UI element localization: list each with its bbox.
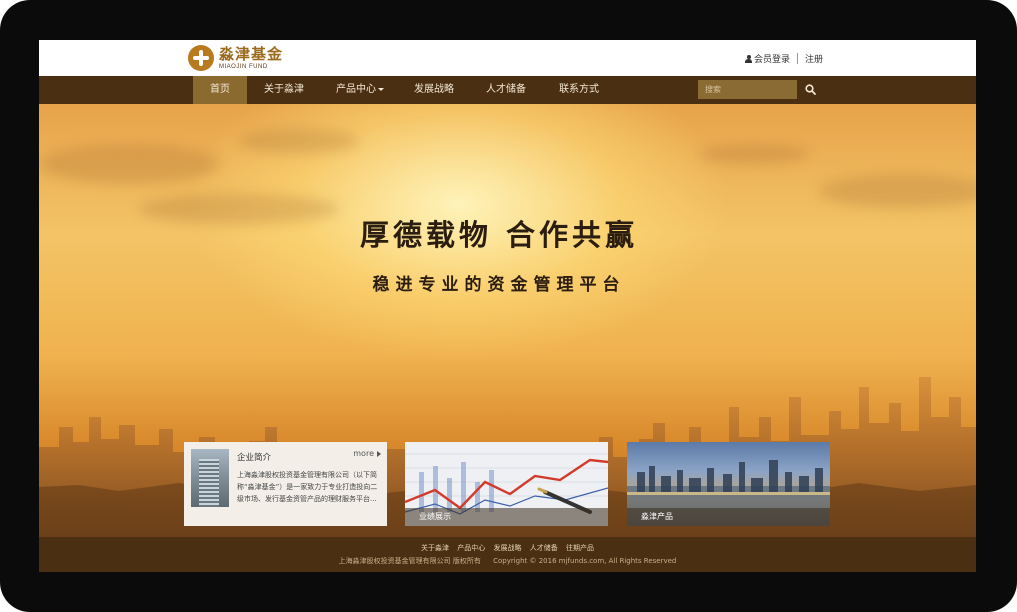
search-icon[interactable] bbox=[804, 83, 817, 96]
logo-text: 淼津基金 MIAOJIN FUND bbox=[219, 44, 284, 70]
logo-english-name: MIAOJIN FUND bbox=[219, 63, 268, 70]
nav-item-about[interactable]: 关于淼津 bbox=[255, 76, 313, 104]
footer-link[interactable]: 产品中心 bbox=[457, 544, 485, 552]
login-link[interactable]: 会员登录 bbox=[754, 52, 790, 65]
footer: 关于淼津 产品中心 发展战略 人才储备 往期产品 上海淼津股权投资基金管理有限公… bbox=[39, 537, 976, 572]
footer-copyright: 上海淼津股权投资基金管理有限公司 版权所有 Copyright © 2016 m… bbox=[39, 556, 976, 566]
products-card-caption: 淼津产品 bbox=[627, 508, 830, 526]
company-intro-card[interactable]: 企业简介 more 上海淼津股权投资基金管理有限公司（以下简称“淼津基金”）是一… bbox=[184, 442, 387, 526]
device-frame: 淼津基金 MIAOJIN FUND 会员登录 注册 首页 关于淼津 产品中心 发… bbox=[0, 0, 1017, 612]
products-card[interactable]: 淼津产品 bbox=[627, 442, 830, 526]
logo-chinese-name: 淼津基金 bbox=[219, 44, 284, 63]
company-building-photo bbox=[191, 449, 229, 507]
cloud-decoration bbox=[239, 128, 359, 154]
intro-card-text: 上海淼津股权投资基金管理有限公司（以下简称“淼津基金”）是一家致力于专业打造投向… bbox=[237, 471, 378, 503]
footer-link[interactable]: 发展战略 bbox=[494, 544, 522, 552]
browser-viewport: 淼津基金 MIAOJIN FUND 会员登录 注册 首页 关于淼津 产品中心 发… bbox=[39, 40, 976, 572]
main-nav: 首页 关于淼津 产品中心 发展战略 人才储备 联系方式 bbox=[39, 76, 976, 104]
register-link[interactable]: 注册 bbox=[805, 52, 823, 65]
more-link-label: more bbox=[353, 449, 374, 458]
more-link[interactable]: more bbox=[353, 449, 381, 458]
intro-card-title: 企业简介 bbox=[237, 453, 272, 463]
footer-link[interactable]: 人才储备 bbox=[530, 544, 558, 552]
cloud-decoration bbox=[819, 174, 976, 208]
performance-card-caption: 业绩展示 bbox=[405, 508, 608, 526]
user-icon bbox=[745, 54, 752, 63]
nav-item-talent[interactable]: 人才储备 bbox=[479, 76, 533, 104]
site-logo[interactable]: 淼津基金 MIAOJIN FUND bbox=[188, 44, 283, 72]
nav-item-strategy[interactable]: 发展战略 bbox=[407, 76, 461, 104]
top-bar: 淼津基金 MIAOJIN FUND 会员登录 注册 bbox=[39, 40, 976, 76]
performance-card[interactable]: 业绩展示 bbox=[405, 442, 608, 526]
footer-company: 上海淼津股权投资基金管理有限公司 版权所有 bbox=[338, 557, 481, 565]
hero-subtitle: 稳进专业的资金管理平台 bbox=[372, 275, 626, 295]
footer-copyright-text: Copyright © 2016 mjfunds.com, All Rights… bbox=[493, 557, 677, 565]
divider bbox=[797, 53, 799, 64]
chevron-right-icon bbox=[377, 450, 381, 457]
logo-emblem-icon bbox=[188, 45, 214, 71]
nav-item-products[interactable]: 产品中心 bbox=[329, 76, 391, 104]
hero-title: 厚德载物 合作共赢 bbox=[359, 218, 639, 252]
footer-links: 关于淼津 产品中心 发展战略 人才储备 往期产品 bbox=[39, 543, 976, 553]
chevron-down-icon bbox=[378, 87, 384, 91]
nav-item-contact[interactable]: 联系方式 bbox=[552, 76, 606, 104]
cloud-decoration bbox=[699, 144, 809, 164]
search-input[interactable] bbox=[698, 80, 797, 99]
cloud-decoration bbox=[39, 144, 219, 184]
nav-item-home[interactable]: 首页 bbox=[193, 76, 247, 104]
footer-link[interactable]: 关于淼津 bbox=[421, 544, 449, 552]
footer-link[interactable]: 往期产品 bbox=[566, 544, 594, 552]
user-links: 会员登录 注册 bbox=[745, 52, 823, 65]
nav-item-products-label: 产品中心 bbox=[336, 84, 376, 95]
